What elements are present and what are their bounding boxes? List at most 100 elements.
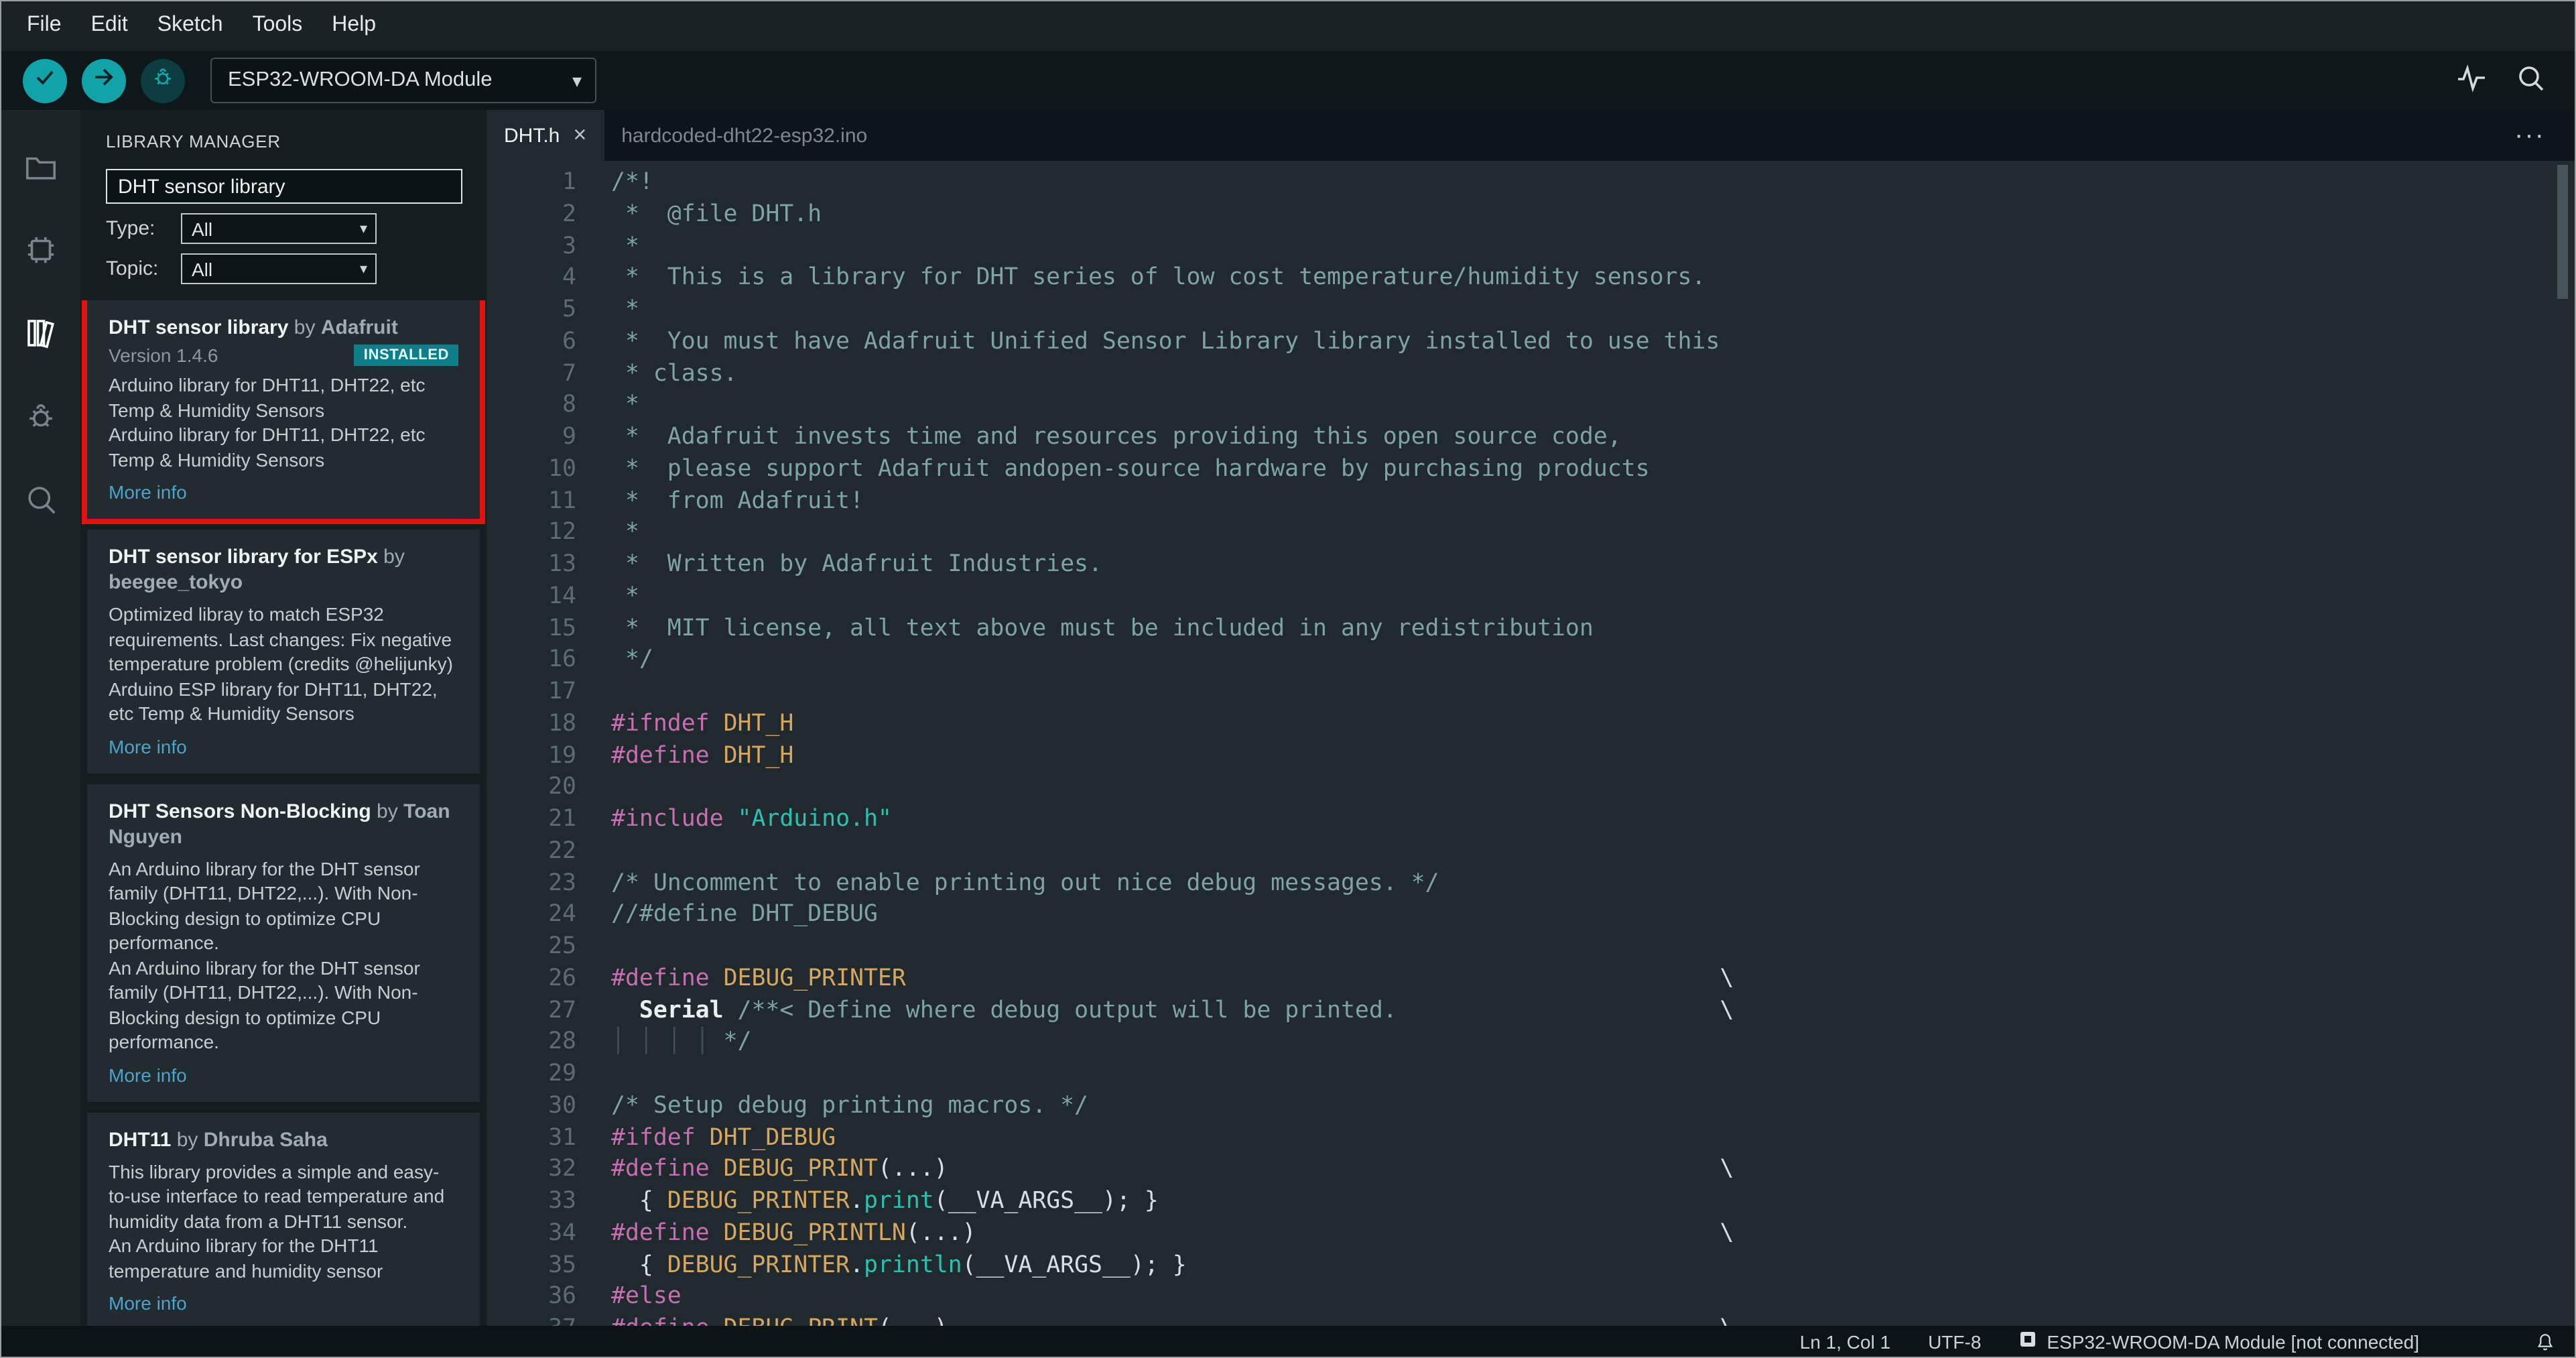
code-line[interactable]: 3 * [487, 231, 2575, 263]
library-version: Version 1.4.6 [109, 345, 218, 366]
code-line[interactable]: 19 #define DHT_H [487, 741, 2575, 773]
code-line[interactable]: 22 [487, 837, 2575, 869]
sidebar-item-boards-manager[interactable] [1, 212, 80, 295]
library-card[interactable]: DHT Sensors Non-Blocking by Toan Nguyen A… [87, 784, 480, 1101]
code-line[interactable]: 15 * MIT license, all text above must be… [487, 613, 2575, 645]
topic-filter-select[interactable]: All ▾ [181, 253, 377, 284]
library-name: DHT sensor library for ESPx [109, 546, 378, 568]
sidebar-item-library-manager[interactable] [1, 295, 80, 378]
code-line[interactable]: 12 * [487, 518, 2575, 550]
arduino-ide-window: File Edit Sketch Tools Help ESP32-WROOM-DA M… [0, 0, 2576, 1358]
bug-icon [150, 64, 176, 97]
notifications-bell-icon[interactable] [2534, 1331, 2556, 1352]
code-line[interactable]: 25 [487, 932, 2575, 964]
code-line[interactable]: 26 #define DEBUG_PRINTER \ [487, 964, 2575, 996]
library-card[interactable]: DHT11 by Dhruba Saha This library provide… [87, 1112, 480, 1326]
code-editor[interactable]: 1/*! 2 * @file DHT.h 3 * 4 * This is a libr… [487, 161, 2575, 1326]
debug-button[interactable] [141, 58, 185, 103]
sidebar-item-sketchbook[interactable] [1, 129, 80, 212]
library-description: An Arduino library for the DHT sensor fa… [109, 857, 420, 953]
code-line[interactable]: 14 * [487, 582, 2575, 614]
library-description: Arduino library for DHT11, DHT22, etc Te… [109, 424, 426, 470]
code-line[interactable]: 30 /* Setup debug printing macros. */ [487, 1091, 2575, 1123]
library-list: DHT sensor library by Adafruit Version 1.… [80, 300, 487, 1326]
code-line[interactable]: 5 * [487, 295, 2575, 327]
line-continuation: \ [948, 1156, 1734, 1183]
line-number: 5 [562, 296, 576, 323]
code-line[interactable]: 17 [487, 677, 2575, 709]
sidebar-item-debug[interactable] [1, 378, 80, 461]
menu-item-sketch[interactable]: Sketch [143, 1, 238, 51]
code-line[interactable]: 35 { DEBUG_PRINTER.println(__VA_ARGS__);… [487, 1250, 2575, 1282]
chevron-down-icon: ▾ [572, 69, 582, 90]
code-line[interactable]: 18 #ifndef DHT_H [487, 709, 2575, 741]
serial-plotter-icon[interactable] [2455, 61, 2488, 100]
code-line[interactable]: 11 * from Adafruit! [487, 486, 2575, 518]
more-info-link[interactable]: More info [109, 481, 458, 503]
line-number: 8 [562, 391, 576, 419]
folder-icon [23, 149, 59, 192]
code-line[interactable]: 23 /* Uncomment to enable printing out ni… [487, 868, 2575, 900]
serial-monitor-icon[interactable] [2514, 61, 2547, 100]
code-line[interactable]: 37#define DEBUG_PRINT(...) \ [487, 1314, 2575, 1326]
menu-item-file[interactable]: File [12, 1, 76, 51]
code-line[interactable]: 24 //#define DHT_DEBUG [487, 900, 2575, 932]
code-line[interactable]: 28 │ │ │ │ */ [487, 1028, 2575, 1060]
code-line[interactable]: 33 { DEBUG_PRINTER.print(__VA_ARGS__); } [487, 1186, 2575, 1219]
tab-DHT.h[interactable]: DHT.h × [487, 110, 604, 161]
library-card[interactable]: DHT sensor library by Adafruit Version 1.… [82, 300, 485, 524]
menu-item-help[interactable]: Help [317, 1, 391, 51]
cursor-position[interactable]: Ln 1, Col 1 [1800, 1331, 1890, 1352]
code-line[interactable]: 10 * please support Adafruit andopen-sou… [487, 454, 2575, 487]
code-line[interactable]: 16 */ [487, 645, 2575, 678]
line-number: 7 [562, 360, 576, 387]
line-content: #define DEBUG_PRINT(...) \ [576, 1314, 1734, 1326]
line-number: 27 [548, 997, 576, 1024]
library-name: DHT sensor library [109, 316, 289, 339]
line-content: Serial /**< Define where debug output wi… [639, 997, 1734, 1024]
upload-button[interactable] [82, 58, 126, 103]
code-line[interactable]: 9 * Adafruit invests time and resources … [487, 422, 2575, 454]
sidebar-item-search[interactable] [1, 461, 80, 544]
line-content: { DEBUG_PRINTER.println(__VA_ARGS__); } [611, 1251, 1187, 1278]
more-info-link[interactable]: More info [109, 735, 458, 757]
editor-overflow-menu[interactable]: ··· [2514, 120, 2575, 151]
line-content: * [611, 296, 639, 323]
line-content: #define DEBUG_PRINTLN(...) \ [611, 1219, 1734, 1247]
line-number: 18 [548, 710, 576, 737]
line-number: 9 [562, 424, 576, 450]
code-line[interactable]: 21 #include "Arduino.h" [487, 804, 2575, 837]
editor-scrollbar[interactable] [2557, 165, 2568, 299]
code-line[interactable]: 27 Serial /**< Define where debug output… [487, 995, 2575, 1028]
close-icon[interactable]: × [573, 122, 586, 149]
line-content: /* Setup debug printing macros. */ [611, 1092, 1088, 1119]
more-info-link[interactable]: More info [109, 1292, 458, 1314]
topic-filter-label: Topic: [106, 257, 159, 280]
code-line[interactable]: 7 * class. [487, 359, 2575, 391]
line-number: 23 [548, 869, 576, 896]
code-line[interactable]: 32 #define DEBUG_PRINT(...) \ [487, 1155, 2575, 1187]
code-line[interactable]: 20 [487, 773, 2575, 805]
more-info-link[interactable]: More info [109, 1064, 458, 1085]
board-selector[interactable]: ESP32-WROOM-DA Module ▾ [210, 58, 596, 103]
code-line[interactable]: 6 * You must have Adafruit Unified Senso… [487, 327, 2575, 359]
code-line[interactable]: 2 * @file DHT.h [487, 200, 2575, 232]
verify-button[interactable] [23, 58, 67, 103]
code-line[interactable]: 13 * Written by Adafruit Industries. [487, 550, 2575, 582]
code-line[interactable]: 1 /*! [487, 168, 2575, 200]
code-line[interactable]: 29 [487, 1059, 2575, 1091]
library-search-input[interactable] [106, 169, 462, 204]
board-status[interactable]: ESP32-WROOM-DA Module [not connected] [2018, 1330, 2419, 1353]
menu-item-edit[interactable]: Edit [76, 1, 143, 51]
code-line[interactable]: 8 * [487, 391, 2575, 423]
menu-item-tools[interactable]: Tools [238, 1, 318, 51]
line-content: #ifdef DHT_DEBUG [611, 1124, 836, 1151]
code-line[interactable]: 31 #ifdef DHT_DEBUG [487, 1123, 2575, 1155]
library-card[interactable]: DHT sensor library for ESPx by beegee_to… [87, 530, 480, 773]
code-line[interactable]: 36 #else [487, 1282, 2575, 1314]
tab-hardcoded-dht22-esp32.ino[interactable]: hardcoded-dht22-esp32.ino [604, 110, 885, 161]
code-line[interactable]: 4 * This is a library for DHT series of … [487, 263, 2575, 296]
books-icon [23, 315, 59, 358]
type-filter-select[interactable]: All ▾ [181, 213, 377, 244]
code-line[interactable]: 34 #define DEBUG_PRINTLN(...) \ [487, 1219, 2575, 1251]
